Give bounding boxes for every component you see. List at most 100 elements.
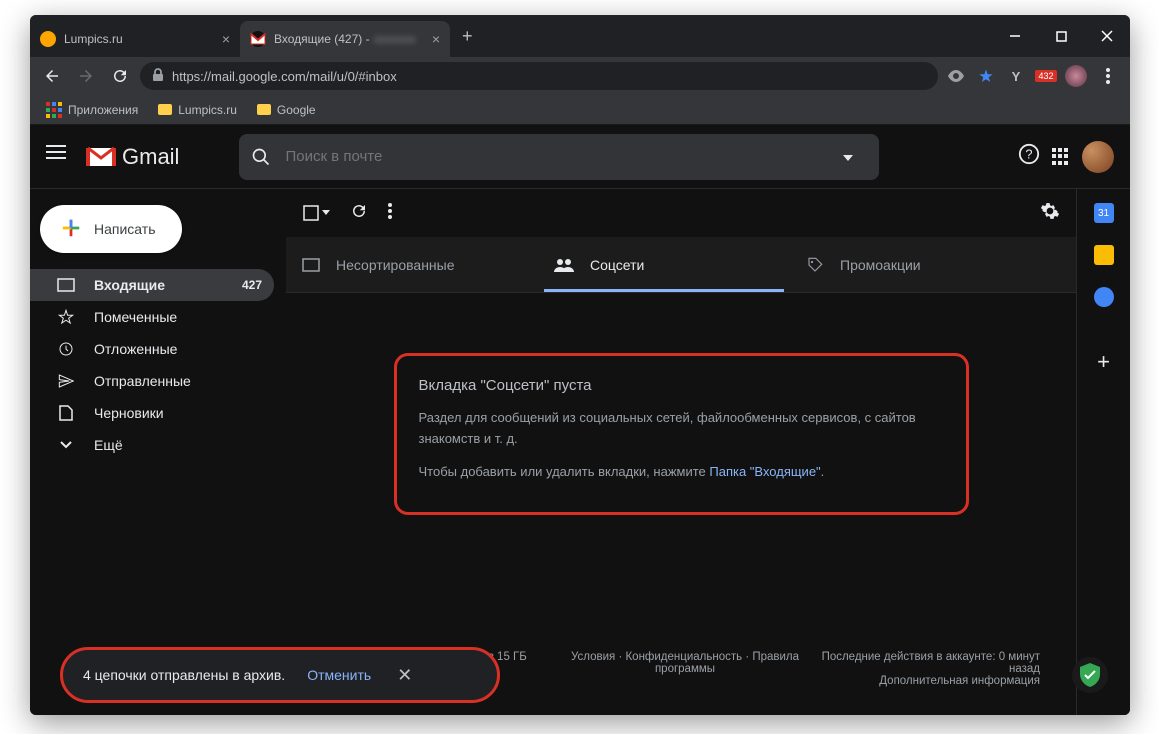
search-box[interactable] (239, 134, 879, 180)
inbox-icon (56, 278, 76, 292)
titlebar: Lumpics.ru × Входящие (427) - xxxxxxx × … (30, 15, 1130, 57)
footer-links[interactable]: Условия · Конфиденциальность · Правила п… (567, 651, 804, 687)
reload-button[interactable] (106, 62, 134, 90)
sidebar-item-more[interactable]: Ещё (30, 429, 274, 461)
sidebar-item-label: Ещё (94, 437, 123, 453)
calendar-icon[interactable]: 31 (1094, 203, 1114, 223)
browser-tab-inactive[interactable]: Lumpics.ru × (30, 21, 240, 57)
tab-promotions[interactable]: Промоакции (790, 237, 1042, 292)
account-avatar[interactable] (1082, 141, 1114, 173)
sidebar-item-label: Черновики (94, 405, 164, 421)
url-text: https://mail.google.com/mail/u/0/#inbox (172, 69, 397, 84)
undo-button[interactable]: Отменить (307, 667, 371, 683)
activity-link[interactable]: Дополнительная информация (803, 675, 1040, 687)
close-icon[interactable]: × (432, 31, 440, 47)
tasks-icon[interactable] (1094, 287, 1114, 307)
gmail-body: Написать Входящие 427 Помеченные Отложен… (30, 189, 1130, 715)
sidebar-item-label: Отправленные (94, 373, 191, 389)
compose-label: Написать (94, 221, 155, 237)
maximize-button[interactable] (1038, 15, 1084, 57)
menu-icon[interactable] (46, 145, 70, 169)
plus-icon (60, 217, 82, 242)
inbox-count: 427 (242, 278, 262, 292)
add-addon-button[interactable]: + (1097, 349, 1110, 375)
keep-icon[interactable] (1094, 245, 1114, 265)
tab-label: Промоакции (840, 257, 921, 273)
search-input[interactable] (285, 148, 843, 165)
right-panel: 31 + (1076, 189, 1130, 715)
inbox-settings-link[interactable]: Папка "Входящие" (709, 464, 820, 479)
undo-toast: 4 цепочки отправлены в архив. Отменить ✕ (60, 647, 500, 703)
bookmark-label: Приложения (68, 103, 138, 117)
favicon-lumpics (40, 31, 56, 47)
gmail-header: Gmail ? (30, 125, 1130, 189)
gmail-logo[interactable]: Gmail (86, 144, 179, 170)
bookmark-folder[interactable]: Lumpics.ru (150, 99, 245, 121)
tab-primary[interactable]: Несортированные (286, 237, 538, 292)
sidebar-item-starred[interactable]: Помеченные (30, 301, 274, 333)
gmail-icon (86, 146, 116, 168)
tab-title: Входящие (427) - (274, 32, 370, 46)
bookmark-label: Google (277, 103, 316, 117)
empty-desc: Раздел для сообщений из социальных сетей… (419, 408, 944, 450)
bookmark-label: Lumpics.ru (178, 103, 237, 117)
chevron-down-icon (56, 441, 76, 449)
activity-info: Последние действия в аккаунте: 0 минут н… (803, 651, 1040, 675)
inbox-icon (302, 258, 320, 272)
chevron-down-icon (322, 210, 330, 216)
bookmark-apps[interactable]: Приложения (38, 98, 146, 122)
chevron-down-icon[interactable] (843, 148, 867, 166)
tab-label: Несортированные (336, 257, 455, 273)
folder-icon (257, 104, 271, 115)
back-button[interactable] (38, 62, 66, 90)
empty-title: Вкладка "Соцсети" пуста (419, 374, 944, 398)
url-field[interactable]: https://mail.google.com/mail/u/0/#inbox (140, 62, 938, 90)
new-tab-button[interactable]: + (450, 26, 485, 47)
empty-state: Вкладка "Соцсети" пуста Раздел для сообщ… (394, 353, 969, 515)
eye-icon[interactable] (944, 64, 968, 88)
sidebar-item-inbox[interactable]: Входящие 427 (30, 269, 274, 301)
more-button[interactable] (388, 203, 392, 224)
extension-yandex[interactable]: Y (1004, 64, 1028, 88)
sidebar-item-label: Отложенные (94, 341, 177, 357)
shield-badge[interactable] (1072, 657, 1108, 693)
send-icon (56, 373, 76, 389)
browser-tab-active[interactable]: Входящие (427) - xxxxxxx × (240, 21, 450, 57)
profile-avatar[interactable] (1064, 64, 1088, 88)
star-icon[interactable] (974, 64, 998, 88)
apps-grid-icon[interactable] (1052, 148, 1070, 166)
forward-button[interactable] (72, 62, 100, 90)
search-icon (251, 147, 271, 167)
tag-icon (806, 256, 824, 274)
select-all-checkbox[interactable] (302, 204, 330, 222)
sidebar-item-snoozed[interactable]: Отложенные (30, 333, 274, 365)
apps-icon (46, 102, 62, 118)
bookmarks-bar: Приложения Lumpics.ru Google (30, 95, 1130, 125)
sidebar-item-drafts[interactable]: Черновики (30, 397, 274, 429)
clock-icon (56, 341, 76, 357)
refresh-button[interactable] (350, 202, 368, 225)
sidebar-item-label: Входящие (94, 277, 165, 293)
sidebar-item-sent[interactable]: Отправленные (30, 365, 274, 397)
toast-message: 4 цепочки отправлены в архив. (83, 667, 285, 683)
close-button[interactable] (1084, 15, 1130, 57)
category-tabs: Несортированные Соцсети Промоакции (286, 237, 1076, 293)
help-icon[interactable]: ? (1018, 143, 1040, 170)
lock-icon (152, 68, 164, 85)
close-icon[interactable]: × (222, 31, 230, 47)
browser-window: Lumpics.ru × Входящие (427) - xxxxxxx × … (30, 15, 1130, 715)
compose-button[interactable]: Написать (40, 205, 182, 253)
tab-title: Lumpics.ru (64, 32, 123, 46)
minimize-button[interactable] (992, 15, 1038, 57)
extension-badge[interactable]: 432 (1034, 64, 1058, 88)
browser-menu-button[interactable] (1094, 62, 1122, 90)
draft-icon (56, 405, 76, 421)
tab-social[interactable]: Соцсети (538, 237, 790, 292)
bookmark-folder[interactable]: Google (249, 99, 324, 121)
favicon-gmail (250, 31, 266, 47)
tab-title-blur: xxxxxxx (374, 32, 416, 46)
settings-button[interactable] (1040, 201, 1060, 226)
close-icon[interactable]: ✕ (397, 665, 412, 686)
star-icon (56, 309, 76, 325)
address-bar: https://mail.google.com/mail/u/0/#inbox … (30, 57, 1130, 95)
